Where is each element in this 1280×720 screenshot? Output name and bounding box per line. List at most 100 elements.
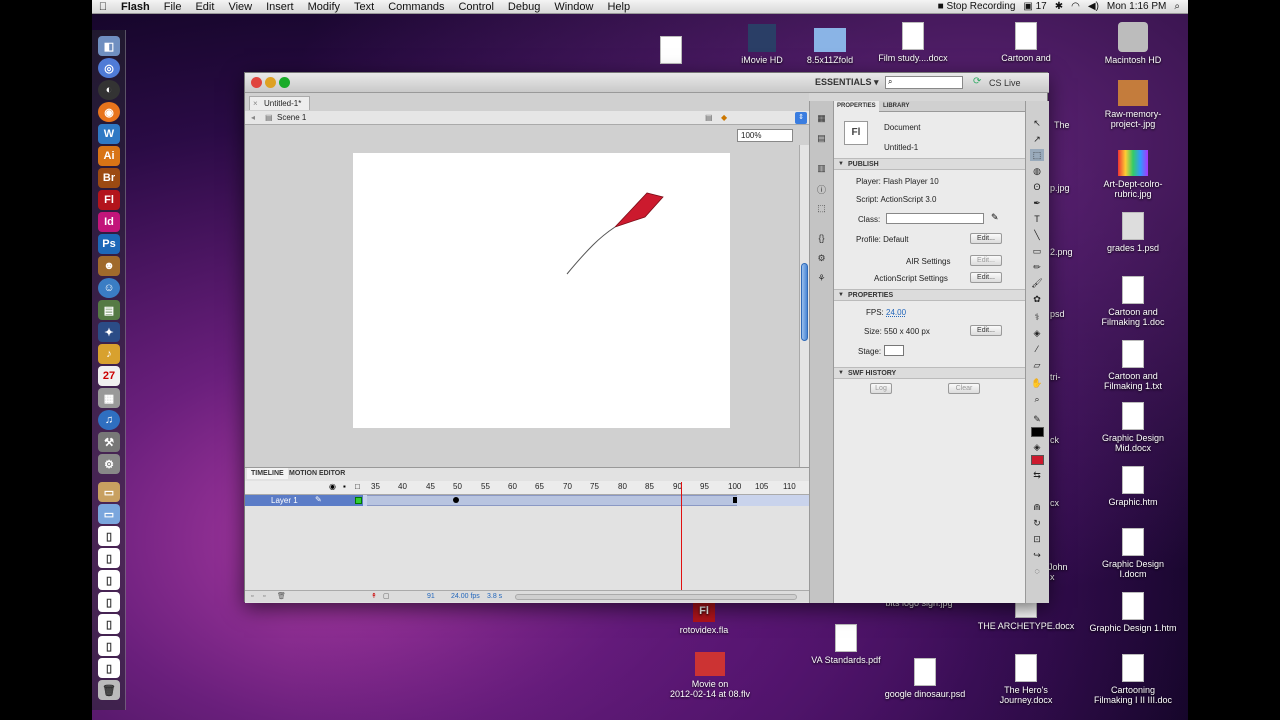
photoshop-icon[interactable]: Ps — [98, 234, 120, 254]
edit-size-button[interactable]: Edit... — [970, 325, 1002, 336]
desktop-cf-doc[interactable]: Cartoon and Filmaking 1.doc — [1094, 276, 1172, 327]
desktop-label[interactable]: 2.png — [1050, 247, 1073, 257]
document-icon[interactable]: ▯ — [98, 636, 120, 656]
desktop-dino[interactable]: google dinosaur.psd — [880, 658, 970, 699]
desktop-imovie[interactable]: iMovie HD — [732, 24, 792, 65]
iphoto-icon[interactable]: ▤ — [98, 300, 120, 320]
snap-to-objects-icon[interactable]: ⋒ — [1030, 501, 1044, 513]
wifi-icon[interactable]: ◠ — [1071, 1, 1080, 12]
desktop-roto[interactable]: Fl rotovidex.fla — [672, 600, 736, 635]
bridge-icon[interactable]: Br — [98, 168, 120, 188]
transform-icon[interactable]: ⬚ — [816, 203, 827, 214]
desktop-label[interactable]: The — [1054, 120, 1070, 130]
smooth-icon[interactable]: ↻ — [1030, 517, 1044, 529]
class-input[interactable] — [886, 213, 984, 224]
edit-scene-icon[interactable]: ▤ — [705, 111, 713, 125]
indesign-icon[interactable]: Id — [98, 212, 120, 232]
selection-tool-icon[interactable]: ↖ — [1030, 117, 1044, 129]
close-button[interactable] — [251, 77, 262, 88]
menu-file[interactable]: File — [157, 1, 189, 13]
frame-ruler[interactable]: ◉ ▪ □ 35 40 45 50 55 60 65 70 75 80 85 9… — [245, 481, 809, 495]
motion-presets-icon[interactable]: ⚘ — [816, 273, 827, 284]
document-icon[interactable]: ▯ — [98, 548, 120, 568]
clear-button[interactable]: Clear — [948, 383, 980, 394]
itunes-icon[interactable]: ♫ — [98, 410, 120, 430]
lasso-tool-icon[interactable]: ʘ — [1030, 181, 1044, 193]
onion-skin-icon[interactable]: ▢ — [383, 591, 390, 603]
garageband-icon[interactable]: ♪ — [98, 344, 120, 364]
desktop-cart-iii[interactable]: Cartooning Filmaking I II III.doc — [1082, 654, 1184, 705]
desktop-grades[interactable]: grades 1.psd — [1098, 212, 1168, 253]
desktop-movie[interactable]: Movie on 2012-02-14 at 08.flv — [662, 652, 758, 699]
eyedropper-tool-icon[interactable]: ⁄ — [1030, 343, 1044, 355]
firefox-icon[interactable]: ◉ — [98, 102, 120, 122]
volume-icon[interactable]: ◀) — [1088, 1, 1099, 12]
dashboard-icon[interactable]: ◐ — [98, 80, 120, 100]
color-icon[interactable]: ▦ — [816, 113, 827, 124]
playhead[interactable] — [681, 482, 682, 590]
eraser-tool-icon[interactable]: ▱ — [1030, 359, 1044, 371]
back-arrow-icon[interactable]: ◂ — [251, 111, 255, 125]
edit-profile-button[interactable]: Edit... — [970, 233, 1002, 244]
menu-debug[interactable]: Debug — [501, 1, 547, 13]
desktop-label[interactable]: John — [1048, 562, 1068, 572]
timeline-hscroll[interactable] — [515, 594, 797, 600]
outline-icon[interactable]: □ — [355, 482, 360, 491]
tab-library[interactable]: LIBRARY — [880, 101, 912, 112]
edit-symbol-icon[interactable]: ◆ — [721, 111, 727, 125]
workspace-switcher[interactable]: ESSENTIALS ▾ — [815, 77, 879, 88]
flash-icon[interactable]: Fl — [98, 190, 120, 210]
keyframe[interactable] — [453, 497, 459, 503]
imovie-icon[interactable]: ✦ — [98, 322, 120, 342]
edit-air-button[interactable]: Edit... — [970, 255, 1002, 266]
option-icon[interactable]: ↪ — [1030, 549, 1044, 561]
layer-color-swatch[interactable] — [355, 497, 362, 504]
desktop-label[interactable]: x — [1050, 572, 1055, 582]
option-icon[interactable]: ◌ — [1030, 565, 1044, 577]
help-search-input[interactable]: ⌕ — [885, 76, 963, 89]
paint-bucket-tool-icon[interactable]: ◈ — [1030, 327, 1044, 339]
rectangle-tool-icon[interactable]: ▭ — [1030, 245, 1044, 257]
desktop-label[interactable]: psd — [1050, 309, 1065, 319]
desktop-gdl[interactable]: Graphic Design I.docm — [1094, 528, 1172, 579]
xcode-icon[interactable]: ⚒ — [98, 432, 120, 452]
log-button[interactable]: Log — [870, 383, 892, 394]
safari-icon[interactable]: ◎ — [98, 58, 120, 78]
vertical-scrollbar[interactable] — [799, 145, 809, 475]
edit-class-icon[interactable]: ✎ — [991, 212, 999, 223]
info-icon[interactable]: ⓘ — [816, 183, 827, 195]
document-tab[interactable]: × Untitled-1* — [249, 96, 311, 110]
minimize-button[interactable] — [265, 77, 276, 88]
desktop-label[interactable]: ck — [1050, 435, 1059, 445]
chat-icon[interactable]: ☺ — [98, 278, 120, 298]
section-publish[interactable]: PUBLISH — [834, 158, 1026, 170]
scroll-thumb[interactable] — [801, 263, 808, 341]
deco-tool-icon[interactable]: ✿ — [1030, 293, 1044, 305]
menu-app[interactable]: Flash — [114, 1, 157, 13]
align-icon[interactable]: ▥ — [816, 163, 827, 174]
document-icon[interactable]: ▯ — [98, 614, 120, 634]
center-frame-icon[interactable]: ↟ — [371, 591, 377, 603]
desktop-art[interactable]: Art-Dept-colro- rubric.jpg — [1092, 150, 1174, 199]
fps-value[interactable]: 24.00 — [886, 308, 906, 317]
desktop-va[interactable]: VA Standards.pdf — [806, 624, 886, 665]
desktop-gd1[interactable]: Graphic Design 1.htm — [1086, 592, 1180, 633]
cs-live-menu[interactable]: CS Live — [989, 78, 1021, 88]
document-icon[interactable]: ▯ — [98, 592, 120, 612]
desktop-film[interactable]: Film study....docx — [878, 22, 948, 63]
zoom-select[interactable]: 100% — [737, 129, 793, 142]
layer-name[interactable]: Layer 1 — [245, 495, 363, 506]
swatches-icon[interactable]: ▤ — [816, 133, 827, 144]
trash-icon[interactable]: 🗑 — [98, 680, 120, 700]
desktop-file[interactable] — [660, 36, 682, 67]
folder-icon[interactable]: ▭ — [98, 504, 120, 524]
menu-text[interactable]: Text — [347, 1, 381, 13]
section-swf-history[interactable]: SWF HISTORY — [834, 367, 1026, 379]
menu-insert[interactable]: Insert — [259, 1, 301, 13]
scene-label[interactable]: Scene 1 — [277, 111, 306, 125]
desktop-cf-txt[interactable]: Cartoon and Filmaking 1.txt — [1094, 340, 1172, 391]
document-icon[interactable]: ▯ — [98, 658, 120, 678]
illustrator-icon[interactable]: Ai — [98, 146, 120, 166]
stroke-color-icon[interactable]: ✎ — [1030, 413, 1044, 425]
frame-rate[interactable]: 24.00 fps — [451, 591, 480, 603]
